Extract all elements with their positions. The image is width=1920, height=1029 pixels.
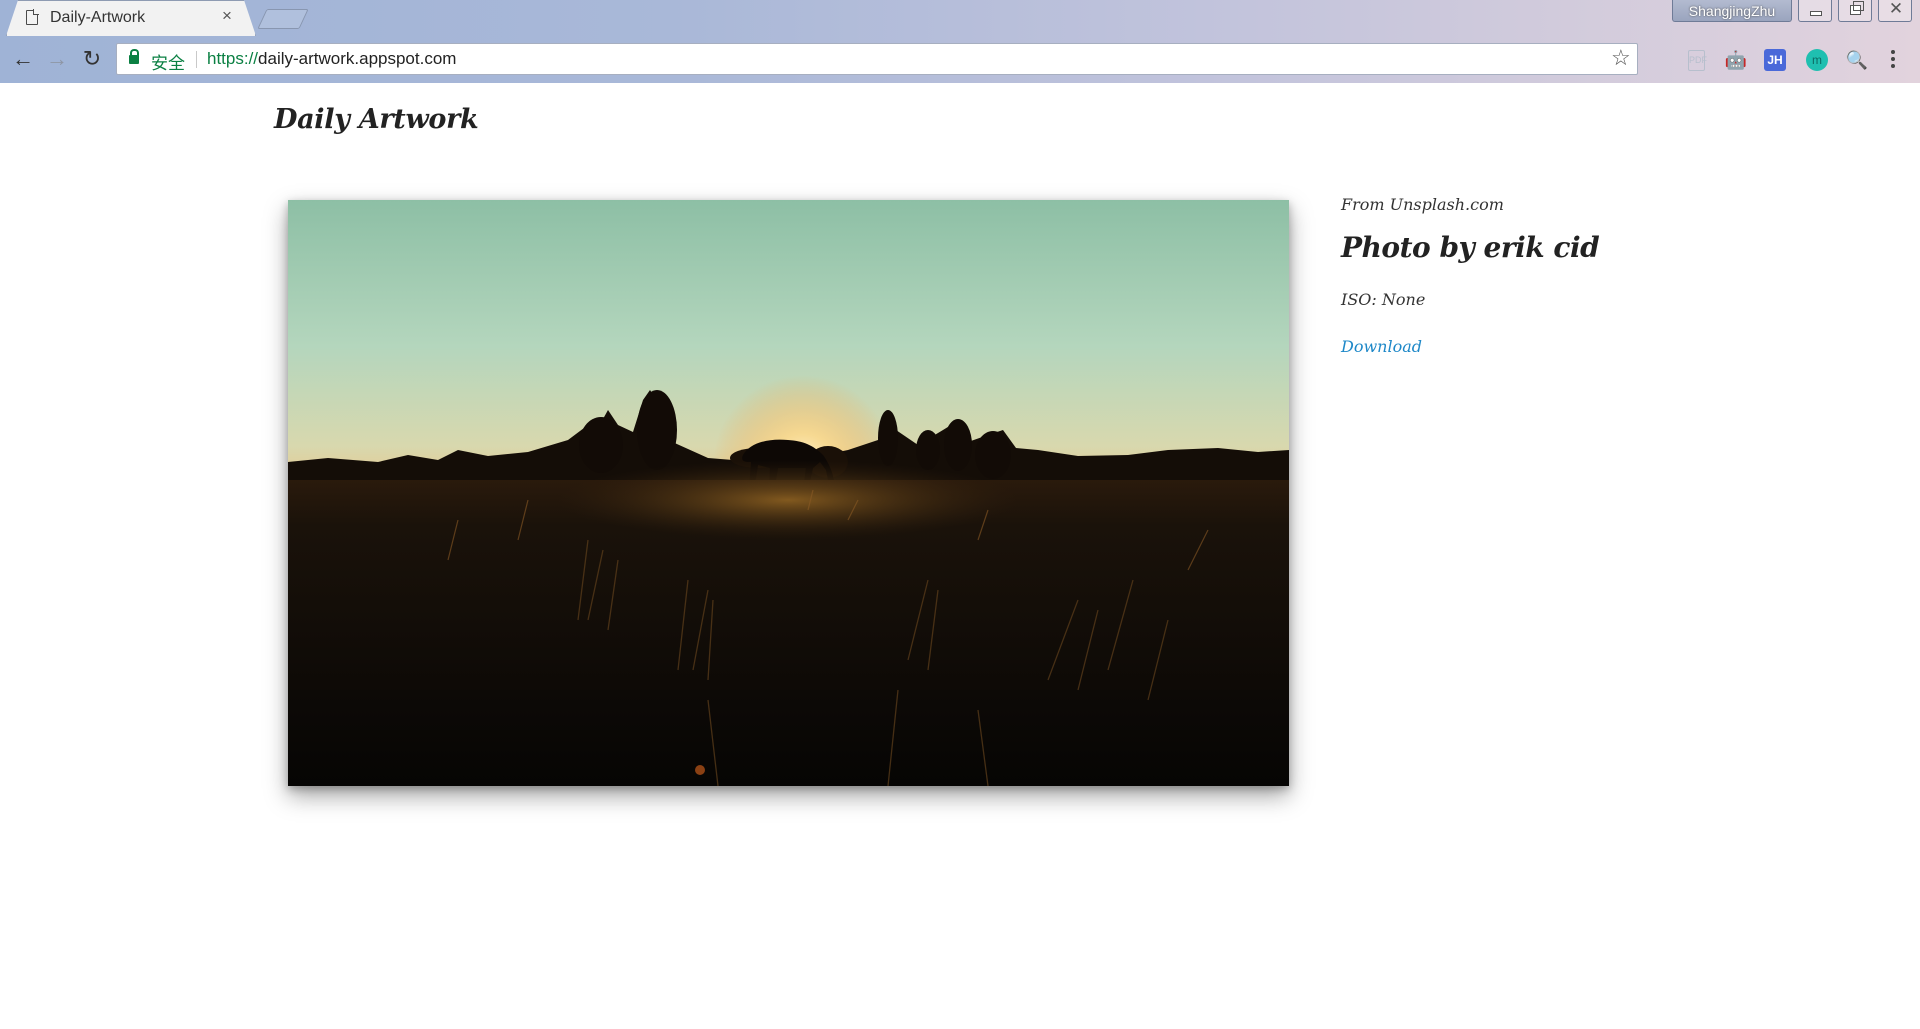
pdf-extension-icon[interactable]: PDF — [1688, 50, 1707, 71]
photo-title: Photo by erik cid — [1341, 231, 1600, 264]
minimize-icon — [1810, 11, 1822, 16]
iso-label: ISO: None — [1341, 290, 1426, 309]
restore-button[interactable] — [1838, 0, 1872, 22]
bookmark-star-icon[interactable]: ☆ — [1611, 45, 1631, 71]
profile-button[interactable]: ShangjingZhu — [1672, 0, 1792, 22]
page-icon — [26, 9, 39, 25]
back-arrow-icon[interactable]: ← — [8, 45, 38, 73]
download-link[interactable]: Download — [1341, 337, 1422, 356]
new-tab-button[interactable] — [257, 9, 309, 29]
tab-title[interactable]: Daily-Artwork — [50, 9, 145, 27]
jh-extension-icon[interactable]: JH — [1764, 49, 1786, 71]
close-window-button[interactable]: ✕ — [1878, 0, 1912, 22]
url-scheme: https:// — [207, 49, 259, 68]
reload-icon[interactable]: ↻ — [77, 45, 107, 73]
search-extension-icon[interactable]: 🔍 — [1845, 48, 1869, 72]
omnibox-divider — [196, 51, 197, 68]
url-host: daily-artwork.appspot.com — [258, 49, 457, 68]
m-extension-icon[interactable]: m — [1806, 49, 1828, 71]
restore-icon — [1850, 1, 1864, 15]
horse-sunset-image — [288, 200, 1289, 786]
site-title[interactable]: Daily Artwork — [274, 104, 479, 135]
lock-icon[interactable] — [129, 49, 139, 64]
url-text[interactable]: https://daily-artwork.appspot.com — [207, 49, 456, 69]
android-extension-icon[interactable]: 🤖 — [1724, 48, 1748, 72]
browser-menu-icon[interactable] — [1889, 48, 1897, 72]
secure-label[interactable]: 安全 — [151, 49, 185, 74]
address-bar[interactable]: 安全 https://daily-artwork.appspot.com ☆ — [116, 43, 1638, 75]
browser-toolbar: ← → ↻ 安全 https://daily-artwork.appspot.c… — [0, 36, 1920, 83]
source-label: From Unsplash.com — [1341, 195, 1504, 214]
artwork-photo — [288, 200, 1289, 786]
window-controls: ✕ — [1798, 0, 1912, 22]
close-icon: ✕ — [1888, 0, 1904, 18]
browser-chrome: Daily-Artwork × ShangjingZhu ✕ ← → ↻ 安全 … — [0, 0, 1920, 83]
tab-close-icon[interactable]: × — [222, 7, 232, 25]
minimize-button[interactable] — [1798, 0, 1832, 22]
forward-arrow-icon[interactable]: → — [42, 45, 72, 73]
tab-strip: Daily-Artwork × ShangjingZhu ✕ — [0, 0, 1920, 36]
